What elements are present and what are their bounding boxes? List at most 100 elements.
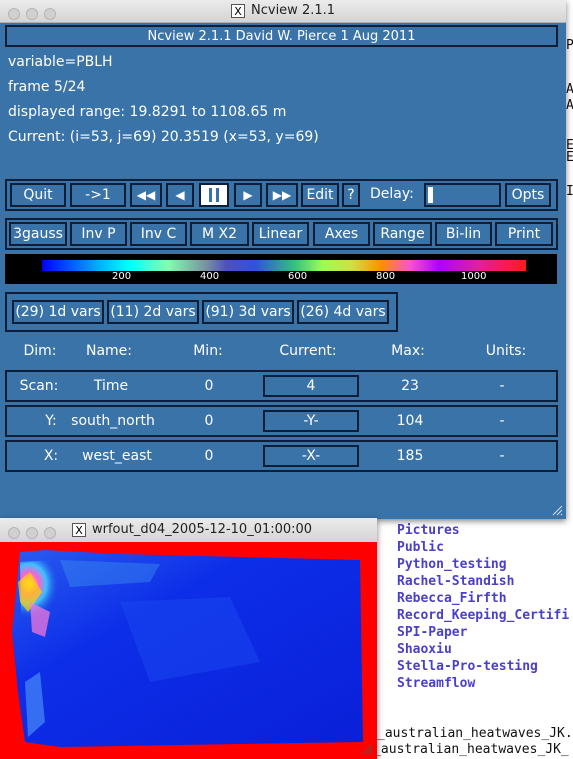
directory-entry: Pictures: [397, 523, 460, 538]
ncview-window: X Ncview 2.1.1 Ncview 2.1.1 David W. Pie…: [0, 0, 566, 519]
dim-max: 23: [401, 378, 419, 394]
delay-label: Delay:: [370, 186, 414, 202]
colorbar[interactable]: 200 400 600 800 1000: [5, 254, 557, 284]
gauss-button[interactable]: 3gauss: [9, 222, 67, 246]
magnify-button[interactable]: M X2: [190, 222, 249, 246]
rewind-button[interactable]: ◀◀: [130, 183, 162, 207]
dim-max: 104: [396, 413, 424, 429]
terminal-fragment: A: [566, 82, 573, 97]
window-title: wrfout_d04_2005-12-10_01:00:00: [92, 522, 313, 537]
version-banner: Ncview 2.1.1 David W. Pierce 1 Aug 2011: [5, 25, 558, 47]
directory-entry: Python_testing: [397, 557, 507, 572]
pblh-field-plot[interactable]: [0, 542, 377, 759]
dim-min: 0: [204, 448, 214, 464]
directory-entry: Rachel-Standish: [397, 574, 515, 589]
variable-label: variable=PBLH: [8, 54, 113, 70]
colorbar-label: 600: [288, 271, 308, 282]
delay-slider-thumb[interactable]: [428, 187, 433, 203]
dim-row-x: X: west_east 0 -X- 185 -: [5, 440, 558, 472]
fast-forward-icon: ▶▶: [272, 188, 292, 202]
directory-entry: Public: [397, 540, 444, 555]
resize-grip-icon[interactable]: [361, 743, 373, 755]
directory-entry: SPI-Paper: [397, 625, 468, 640]
help-button[interactable]: ?: [342, 183, 360, 207]
dim-min: 0: [204, 378, 214, 394]
directory-entry: Streamflow: [397, 676, 476, 691]
dim-current[interactable]: 4: [263, 375, 359, 397]
name-header: Name:: [85, 343, 133, 359]
current-header: Current:: [279, 343, 337, 359]
directory-entry: Rebecca_Firfth: [397, 591, 507, 606]
rewind-icon: ◀◀: [136, 188, 156, 202]
var-group-1d[interactable]: (29) 1d vars: [12, 300, 104, 324]
dim-name: south_north: [71, 413, 155, 429]
wrfout-titlebar[interactable]: X wrfout_d04_2005-12-10_01:00:00: [0, 518, 377, 543]
colorbar-label: 800: [376, 271, 396, 282]
directory-entry: Stella-Pro-testing: [397, 659, 538, 674]
close-button[interactable]: [8, 527, 20, 539]
min-header: Min:: [193, 343, 223, 359]
axes-button[interactable]: Axes: [313, 222, 370, 246]
play-icon: ▶: [243, 188, 253, 202]
window-controls: [8, 524, 62, 543]
dim-row-time: Scan: Time 0 4 23 -: [5, 370, 558, 402]
range-label: displayed range: 19.8291 to 1108.65 m: [8, 104, 287, 120]
terminal-fragment: A: [566, 98, 573, 113]
dim-min: 0: [204, 413, 214, 429]
terminal-fragment: E: [566, 150, 573, 165]
wrfout-window: X wrfout_d04_2005-12-10_01:00:00: [0, 518, 377, 759]
opts-button[interactable]: Opts: [505, 183, 551, 207]
quit-button[interactable]: Quit: [10, 183, 66, 207]
pause-button[interactable]: [199, 183, 229, 207]
zoom-button[interactable]: [44, 8, 56, 20]
x11-icon: X: [72, 523, 86, 537]
close-button[interactable]: [8, 8, 20, 20]
bilinear-button[interactable]: Bi-lin: [435, 222, 492, 246]
terminal-fragment: I: [566, 184, 573, 199]
dim-max: 185: [396, 448, 424, 464]
pause-icon: [209, 188, 219, 202]
directory-entry: Shaoxiu: [397, 642, 452, 657]
invert-physical-button[interactable]: Inv P: [70, 222, 127, 246]
range-button[interactable]: Range: [373, 222, 432, 246]
first-frame-button[interactable]: ->1: [70, 183, 126, 207]
terminal-fragment: P: [566, 38, 573, 53]
var-group-3d[interactable]: (91) 3d vars: [202, 300, 294, 324]
dim-current[interactable]: -X-: [263, 445, 359, 467]
field-image: [12, 550, 363, 747]
dim-name: Time: [93, 378, 129, 394]
dim-row-y: Y: south_north 0 -Y- 104 -: [5, 405, 558, 437]
colorbar-gradient: [42, 260, 526, 271]
invert-color-button[interactable]: Inv C: [130, 222, 187, 246]
directory-entry: Record_Keeping_Certifi: [397, 608, 570, 623]
edit-button[interactable]: Edit: [301, 183, 339, 207]
colorbar-label: 1000: [461, 271, 487, 282]
minimize-button[interactable]: [26, 8, 38, 20]
minimize-button[interactable]: [26, 527, 38, 539]
dim-name: west_east: [82, 448, 152, 464]
colorbar-label: 400: [200, 271, 220, 282]
window-title: Ncview 2.1.1: [251, 3, 336, 18]
max-header: Max:: [391, 343, 425, 359]
ncview-titlebar[interactable]: X Ncview 2.1.1: [0, 0, 566, 23]
resize-grip-icon[interactable]: [551, 504, 563, 516]
units-header: Units:: [485, 343, 527, 359]
window-controls: [8, 5, 62, 24]
x11-icon: X: [231, 4, 245, 18]
fast-forward-button[interactable]: ▶▶: [266, 183, 298, 207]
dim-current[interactable]: -Y-: [263, 410, 359, 432]
current-value-label: Current: (i=53, j=69) 20.3519 (x=53, y=6…: [8, 129, 319, 145]
play-button[interactable]: ▶: [234, 183, 262, 207]
linear-button[interactable]: Linear: [252, 222, 309, 246]
dim-label: Scan:: [19, 378, 59, 394]
delay-slider[interactable]: [424, 183, 501, 207]
var-group-4d[interactable]: (26) 4d vars: [297, 300, 389, 324]
dim-units: -: [499, 378, 505, 394]
zoom-button[interactable]: [44, 527, 56, 539]
step-back-icon: ◀: [175, 188, 185, 202]
colorbar-label: 200: [112, 271, 132, 282]
var-group-2d[interactable]: (11) 2d vars: [107, 300, 199, 324]
dim-units: -: [499, 413, 505, 429]
step-back-button[interactable]: ◀: [166, 183, 194, 207]
print-button[interactable]: Print: [495, 222, 553, 246]
